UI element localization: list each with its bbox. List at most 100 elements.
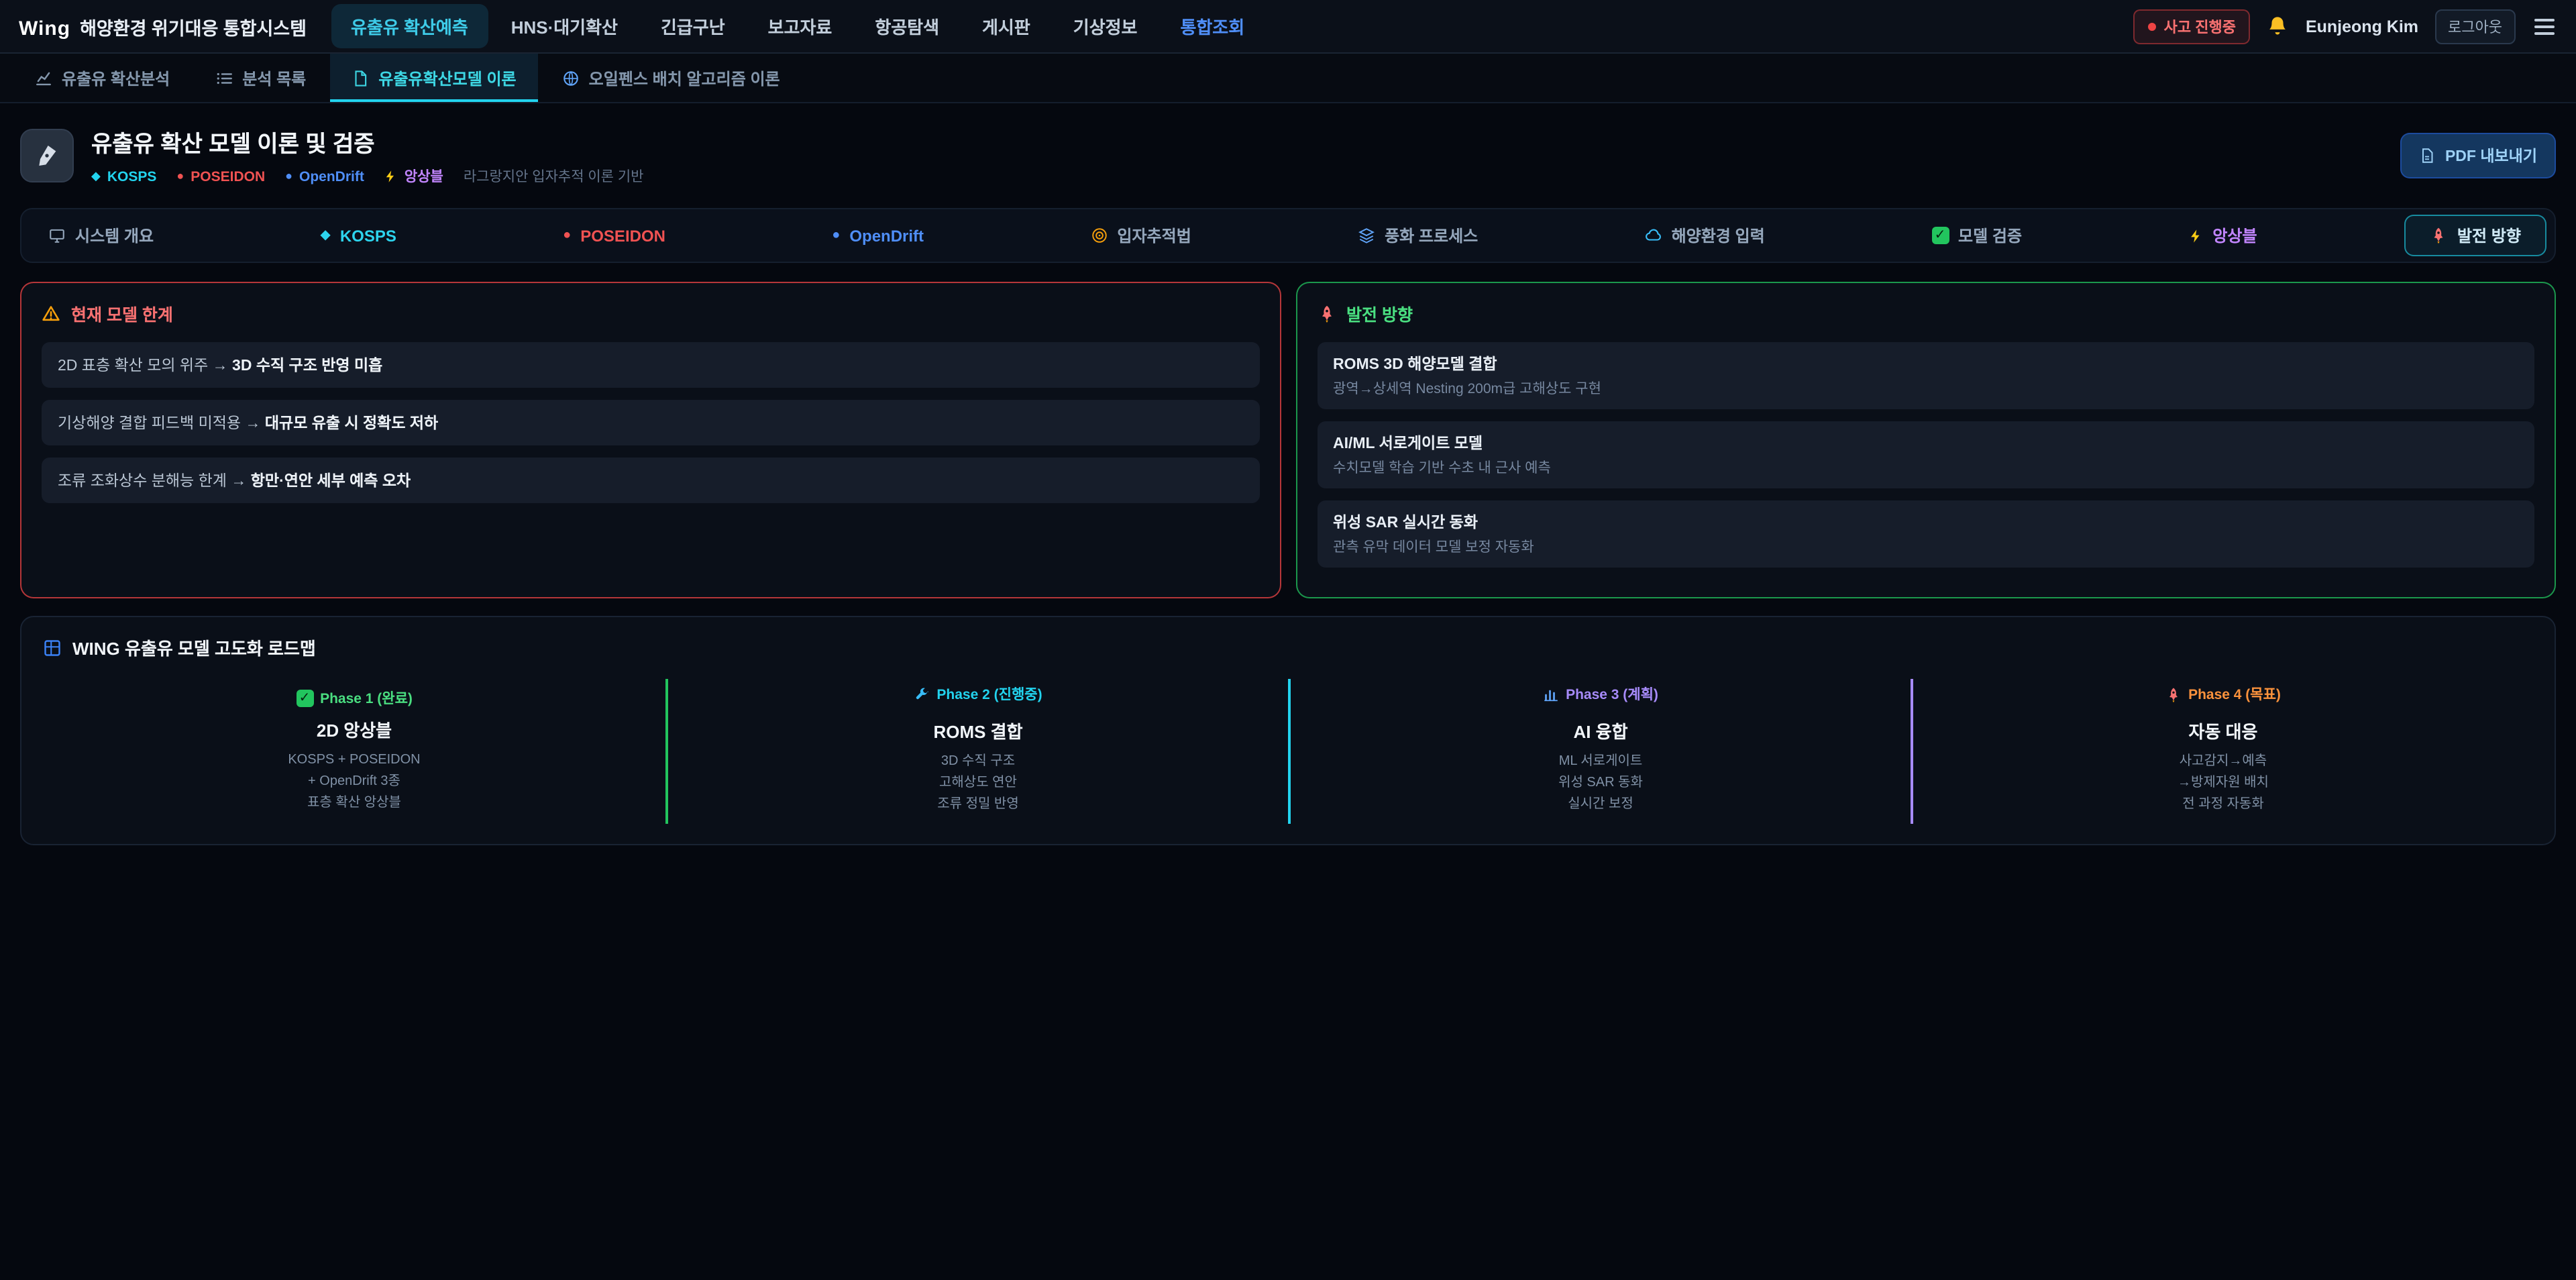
- phase-badge: Phase 2 (진행중): [914, 684, 1042, 704]
- main-menu: 유출유 확산예측 HNS·대기확산 긴급구난 보고자료 항공탐색 게시판 기상정…: [331, 4, 1265, 48]
- sub-tab-bar: 유출유 확산분석 분석 목록 유출유확산모델 이론 오일펜스 배치 알고리즘 이…: [0, 54, 2576, 103]
- dot-icon: ●: [832, 229, 840, 242]
- development-item: AI/ML 서로게이트 모델 수치모델 학습 기반 수초 내 근사 예측: [1317, 421, 2534, 488]
- nav-item-integrated-search[interactable]: 통합조회: [1160, 4, 1265, 48]
- incident-status-badge[interactable]: 사고 진행중: [2133, 9, 2251, 44]
- document-icon: [352, 69, 369, 87]
- roadmap-phases: ✓ Phase 1 (완료) 2D 앙상블 KOSPS + POSEIDON +…: [43, 679, 2533, 823]
- stab-opendrift[interactable]: ● OpenDrift: [813, 217, 943, 254]
- nav-right: 사고 진행중 Eunjeong Kim 로그아웃: [2133, 9, 2557, 44]
- subtab-boom-algorithm[interactable]: 오일펜스 배치 알고리즘 이론: [541, 54, 802, 102]
- app-logo[interactable]: Wing 해양환경 위기대응 통합시스템: [19, 13, 307, 40]
- cloud-icon: [1645, 227, 1662, 244]
- roadmap-phase-4: Phase 4 (목표) 자동 대응 사고감지→예측 →방제자원 배치 전 과정…: [1911, 679, 2533, 823]
- diamond-icon: ◆: [320, 229, 330, 242]
- phase-badge: ✓ Phase 1 (완료): [296, 688, 413, 708]
- stab-ensemble[interactable]: 앙상블: [2169, 215, 2275, 256]
- nav-item-weather-info[interactable]: 기상정보: [1053, 4, 1158, 48]
- list-icon: [215, 69, 233, 87]
- wrench-icon: [914, 686, 930, 702]
- subtab-label: 분석 목록: [242, 66, 306, 89]
- grid-icon: [43, 638, 62, 657]
- limitations-title: 현재 모델 한계: [42, 301, 1259, 326]
- lightning-icon: [2188, 227, 2203, 244]
- badge-kosps: ◆ KOSPS: [91, 168, 156, 184]
- badge-opendrift: ● OpenDrift: [285, 168, 364, 184]
- subtab-label: 오일펜스 배치 알고리즘 이론: [589, 66, 780, 89]
- stab-model-validation[interactable]: ✓ 모델 검증: [1913, 215, 2041, 256]
- development-item: 위성 SAR 실시간 동화 관측 유막 데이터 모델 보정 자동화: [1317, 500, 2534, 568]
- development-title: 발전 방향: [1317, 301, 2534, 326]
- nav-item-aerial-search[interactable]: 항공탐색: [855, 4, 959, 48]
- layers-icon: [1358, 227, 1375, 244]
- nav-item-board[interactable]: 게시판: [962, 4, 1051, 48]
- stab-kosps[interactable]: ◆ KOSPS: [301, 217, 415, 254]
- nav-item-oil-spill-prediction[interactable]: 유출유 확산예측: [331, 4, 488, 48]
- roadmap-panel: WING 유출유 모델 고도화 로드맵 ✓ Phase 1 (완료) 2D 앙상…: [20, 616, 2556, 845]
- user-name: Eunjeong Kim: [2306, 17, 2418, 36]
- nav-item-emergency-rescue[interactable]: 긴급구난: [641, 4, 745, 48]
- logout-button[interactable]: 로그아웃: [2434, 9, 2516, 44]
- rocket-icon: [2430, 227, 2448, 244]
- model-badge-row: ◆ KOSPS ● POSEIDON ● OpenDrift: [91, 166, 644, 186]
- monitor-icon: [48, 227, 66, 244]
- bar-chart-icon: [1543, 686, 1559, 702]
- badge-ensemble: 앙상블: [384, 166, 443, 186]
- red-dot-icon: [2148, 22, 2156, 30]
- lightning-icon: [384, 169, 398, 184]
- nav-item-hns-atmospheric[interactable]: HNS·대기확산: [491, 4, 638, 48]
- rocket-icon: [1317, 304, 1336, 323]
- development-item: ROMS 3D 해양모델 결합 광역→상세역 Nesting 200m급 고해상…: [1317, 342, 2534, 409]
- page-titles: 유출유 확산 모델 이론 및 검증 ◆ KOSPS ● POSEIDON ● O…: [91, 125, 644, 186]
- pdf-icon: [2420, 148, 2436, 164]
- logo-text: Wing: [19, 17, 70, 40]
- roadmap-phase-1: ✓ Phase 1 (완료) 2D 앙상블 KOSPS + POSEIDON +…: [43, 679, 665, 823]
- page-title: 유출유 확산 모델 이론 및 검증: [91, 125, 644, 158]
- main-content: 유출유 확산 모델 이론 및 검증 ◆ KOSPS ● POSEIDON ● O…: [0, 103, 2576, 845]
- dot-icon: ●: [563, 229, 571, 242]
- dot-icon: ●: [285, 170, 292, 182]
- diamond-icon: ◆: [91, 170, 101, 182]
- incident-status-label: 사고 진행중: [2164, 15, 2236, 37]
- target-icon: [1090, 227, 1108, 244]
- notification-bell-icon[interactable]: [2267, 15, 2290, 38]
- stab-particle-tracking[interactable]: 입자추적법: [1071, 215, 1210, 256]
- pdf-export-button[interactable]: PDF 내보내기: [2401, 133, 2556, 178]
- stab-ocean-input[interactable]: 해양환경 입력: [1626, 215, 1784, 256]
- subtab-analysis-list[interactable]: 분석 목록: [194, 54, 327, 102]
- limitation-item: 조류 조화상수 분해능 한계 → 항만·연안 세부 예측 오차: [42, 458, 1259, 503]
- section-tab-bar: 시스템 개요 ◆ KOSPS ● POSEIDON ● OpenDrift 입자…: [20, 208, 2556, 263]
- warning-icon: [42, 304, 60, 323]
- stab-weathering-process[interactable]: 풍화 프로세스: [1339, 215, 1497, 256]
- stab-development-direction[interactable]: 발전 방향: [2405, 215, 2546, 256]
- development-direction-panel: 발전 방향 ROMS 3D 해양모델 결합 광역→상세역 Nesting 200…: [1295, 282, 2556, 598]
- check-icon: ✓: [296, 690, 313, 707]
- current-limitations-panel: 현재 모델 한계 2D 표층 확산 모의 위주 → 3D 수직 구조 반영 미흡…: [20, 282, 1281, 598]
- rocket-icon: [2165, 686, 2182, 702]
- nav-item-reports[interactable]: 보고자료: [748, 4, 853, 48]
- check-icon: ✓: [1931, 227, 1949, 244]
- limitation-item: 2D 표층 확산 모의 위주 → 3D 수직 구조 반영 미흡: [42, 342, 1259, 388]
- stab-poseidon[interactable]: ● POSEIDON: [544, 217, 684, 254]
- badge-poseidon: ● POSEIDON: [176, 168, 265, 184]
- app-title: 해양환경 위기대응 통합시스템: [80, 13, 307, 40]
- subtab-model-theory[interactable]: 유출유확산모델 이론: [330, 54, 537, 102]
- stab-system-overview[interactable]: 시스템 개요: [30, 215, 172, 256]
- page-header: 유출유 확산 모델 이론 및 검증 ◆ KOSPS ● POSEIDON ● O…: [20, 125, 2556, 186]
- top-nav: Wing 해양환경 위기대응 통합시스템 유출유 확산예측 HNS·대기확산 긴…: [0, 0, 2576, 54]
- chart-icon: [35, 69, 52, 87]
- pen-nib-icon: [20, 129, 74, 182]
- globe-icon: [562, 69, 580, 87]
- page-subtitle: 라그랑지안 입자추적 이론 기반: [464, 166, 644, 186]
- phase-badge: Phase 3 (계획): [1543, 684, 1658, 704]
- limitation-item: 기상해양 결합 피드백 미적용 → 대규모 유출 시 정확도 저하: [42, 400, 1259, 445]
- phase-badge: Phase 4 (목표): [2165, 684, 2281, 704]
- roadmap-phase-2: Phase 2 (진행중) ROMS 결합 3D 수직 구조 고해상도 연안 조…: [665, 679, 1288, 823]
- menu-icon[interactable]: [2532, 11, 2557, 41]
- app-root: Wing 해양환경 위기대응 통합시스템 유출유 확산예측 HNS·대기확산 긴…: [0, 0, 2576, 1280]
- subtab-spill-analysis[interactable]: 유출유 확산분석: [13, 54, 191, 102]
- dot-icon: ●: [176, 170, 184, 182]
- roadmap-phase-3: Phase 3 (계획) AI 융합 ML 서로게이트 위성 SAR 동화 실시…: [1288, 679, 1911, 823]
- subtab-label: 유출유확산모델 이론: [378, 66, 516, 89]
- panel-row: 현재 모델 한계 2D 표층 확산 모의 위주 → 3D 수직 구조 반영 미흡…: [20, 282, 2556, 598]
